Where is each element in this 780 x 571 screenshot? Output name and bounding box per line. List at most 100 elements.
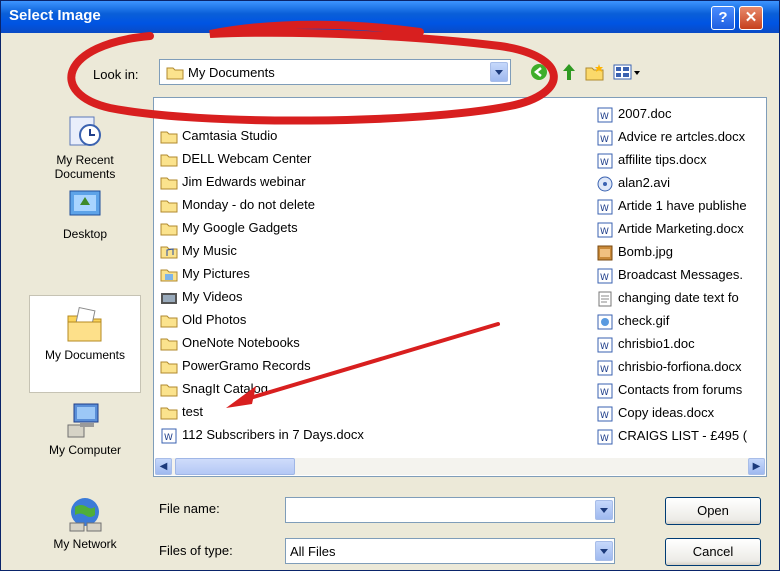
look-in-value: My Documents	[188, 65, 275, 80]
list-item[interactable]: W 2007.doc	[596, 104, 747, 127]
svg-text:W: W	[600, 158, 609, 168]
folder-icon	[160, 154, 178, 167]
music-folder-icon	[160, 246, 178, 259]
svg-text:W: W	[600, 273, 609, 283]
list-item[interactable]: Jim Edwards webinar	[160, 172, 364, 195]
list-item[interactable]: test	[160, 402, 364, 425]
list-item[interactable]: SnagIt Catalog	[160, 379, 364, 402]
word-document-icon: W	[597, 130, 613, 146]
window-title: Select Image	[9, 7, 101, 24]
list-item[interactable]: My Pictures	[160, 264, 364, 287]
word-document-icon: W	[597, 268, 613, 284]
list-item[interactable]: PowerGramo Records	[160, 356, 364, 379]
list-item[interactable]: W Artide Marketing.docx	[596, 219, 747, 242]
help-button[interactable]: ?	[711, 6, 735, 30]
scroll-left-button[interactable]: ◀	[155, 458, 172, 475]
close-button[interactable]: ✕	[739, 6, 763, 30]
files-of-type-select[interactable]: All Files	[285, 538, 615, 564]
folder-icon	[160, 200, 178, 213]
word-document-icon: W	[597, 107, 613, 123]
list-item[interactable]: OneNote Notebooks	[160, 333, 364, 356]
horizontal-scrollbar[interactable]: ◀ ▶	[155, 458, 765, 475]
list-item[interactable]: W Artide 1 have publishe	[596, 196, 747, 219]
folder-icon	[160, 177, 178, 190]
folder-icon	[160, 361, 178, 374]
word-document-icon: W	[597, 222, 613, 238]
list-item[interactable]: W Contacts from forums	[596, 380, 747, 403]
list-item[interactable]: W Advice re artcles.docx	[596, 127, 747, 150]
image-file-icon	[597, 245, 613, 261]
svg-text:W: W	[600, 365, 609, 375]
list-item[interactable]: My Google Gadgets	[160, 218, 364, 241]
image-file-icon	[597, 314, 613, 330]
up-one-level-icon[interactable]	[559, 63, 579, 81]
place-label: My Recent Documents	[54, 153, 116, 181]
pictures-folder-icon	[160, 269, 178, 282]
open-button[interactable]: Open	[665, 497, 761, 525]
svg-text:W: W	[600, 135, 609, 145]
list-item[interactable]: Monday - do not delete	[160, 195, 364, 218]
place-my-documents[interactable]: My Documents	[29, 295, 141, 393]
back-icon[interactable]	[529, 63, 549, 81]
scroll-right-button[interactable]: ▶	[748, 458, 765, 475]
place-my-network[interactable]: My Network	[29, 495, 141, 551]
list-item[interactable]: check.gif	[596, 311, 747, 334]
list-item[interactable]: Wchrisbio1.doc	[596, 334, 747, 357]
list-item[interactable]: W Broadcast Messages.	[596, 265, 747, 288]
list-item[interactable]: Wchrisbio-forfiona.docx	[596, 357, 747, 380]
list-item[interactable]: W CRAIGS LIST - £495 (	[596, 426, 747, 449]
list-item[interactable]: Camtasia Studio	[160, 126, 364, 149]
word-document-icon: W	[597, 383, 613, 399]
views-menu-icon[interactable]	[613, 63, 643, 81]
folder-icon	[160, 338, 178, 351]
folder-icon	[160, 315, 178, 328]
place-my-computer[interactable]: My Computer	[29, 401, 141, 457]
places-bar: My Recent Documents Desktop My Documents	[29, 101, 145, 570]
word-document-icon: W	[597, 406, 613, 422]
title-bar[interactable]: Select Image ? ✕	[1, 1, 779, 33]
text-file-icon	[598, 291, 612, 307]
word-document-icon: W	[597, 429, 613, 445]
list-item[interactable]: changing date text fo	[596, 288, 747, 311]
svg-text:W: W	[600, 434, 609, 444]
file-list-column-2: W 2007.doc W Advice re artcles.docx Waffil…	[596, 104, 747, 449]
folder-icon	[160, 131, 178, 144]
folder-icon	[160, 384, 178, 397]
list-item[interactable]: alan2.avi	[596, 173, 747, 196]
place-label: Desktop	[62, 227, 108, 241]
place-desktop[interactable]: Desktop	[29, 187, 141, 241]
svg-text:W: W	[600, 411, 609, 421]
svg-text:W: W	[600, 204, 609, 214]
list-item[interactable]: Old Photos	[160, 310, 364, 333]
list-item[interactable]: W 112 Subscribers in 7 Days.docx	[160, 425, 364, 448]
file-name-dropdown-button[interactable]	[595, 500, 613, 520]
my-documents-icon	[67, 306, 102, 342]
word-document-icon: W	[597, 360, 613, 376]
cancel-button[interactable]: Cancel	[665, 538, 761, 566]
place-my-recent-documents[interactable]: My Recent Documents	[29, 113, 141, 181]
svg-text:W: W	[600, 227, 609, 237]
folder-icon	[166, 67, 184, 80]
place-label: My Network	[53, 537, 117, 551]
svg-text:W: W	[600, 342, 609, 352]
file-name-input[interactable]	[285, 497, 615, 523]
list-item[interactable]: My Videos	[160, 287, 364, 310]
svg-text:W: W	[600, 388, 609, 398]
list-item[interactable]: W Copy ideas.docx	[596, 403, 747, 426]
look-in-dropdown-button[interactable]	[490, 62, 508, 82]
new-folder-icon[interactable]	[585, 63, 605, 81]
video-file-icon	[597, 176, 613, 192]
folder-icon	[160, 223, 178, 236]
videos-folder-icon	[161, 292, 177, 304]
file-list[interactable]: Camtasia Studio DELL Webcam Center Jim E…	[153, 97, 767, 477]
files-of-type-dropdown-button[interactable]	[595, 541, 613, 561]
list-item[interactable]: My Music	[160, 241, 364, 264]
look-in-dropdown[interactable]: My Documents	[159, 59, 511, 85]
list-item[interactable]: DELL Webcam Center	[160, 149, 364, 172]
svg-text:W: W	[600, 112, 609, 122]
word-document-icon: W	[597, 199, 613, 215]
files-of-type-label: Files of type:	[159, 543, 233, 558]
list-item[interactable]: Bomb.jpg	[596, 242, 747, 265]
scrollbar-thumb[interactable]	[175, 458, 295, 475]
list-item[interactable]: Waffilite tips.docx	[596, 150, 747, 173]
